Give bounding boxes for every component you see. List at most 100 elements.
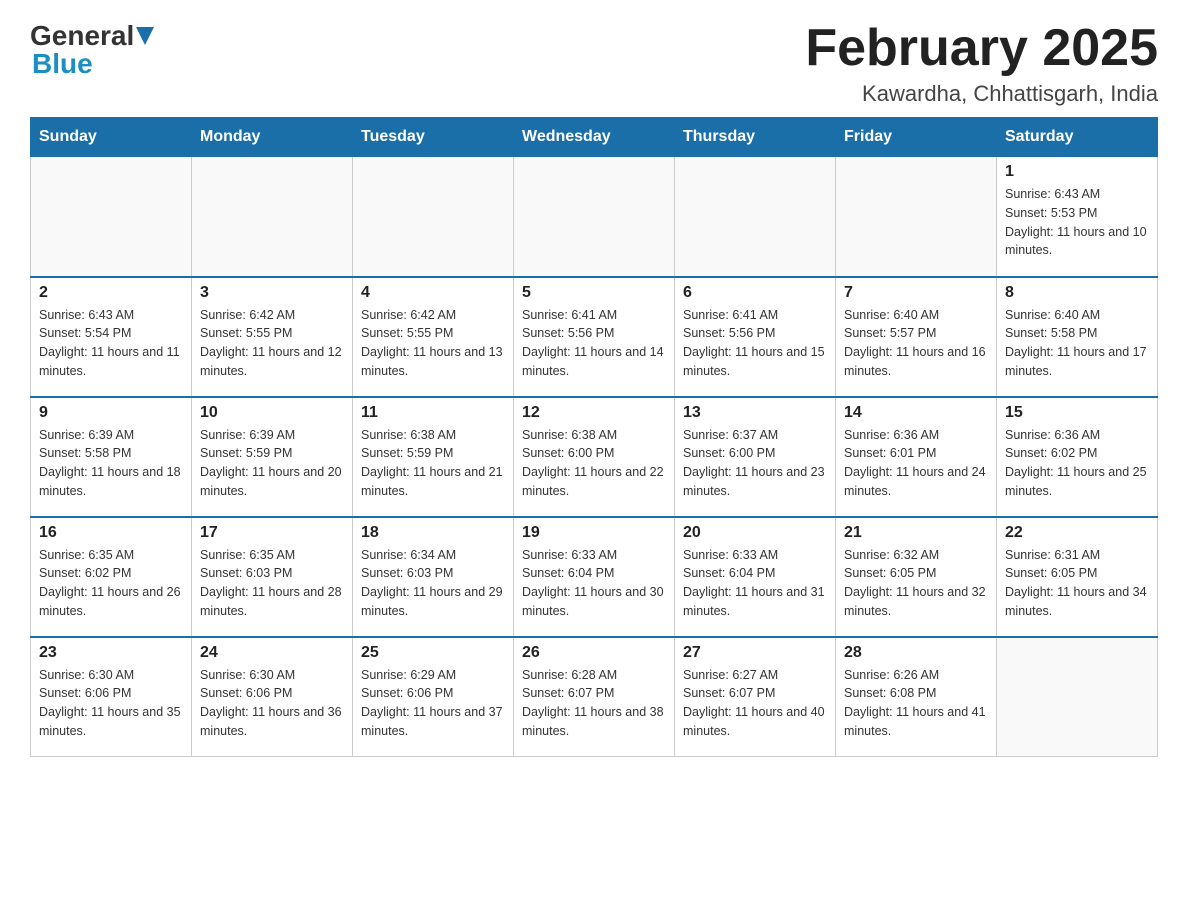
day-number: 18: [361, 524, 505, 542]
day-number: 16: [39, 524, 183, 542]
calendar-cell: 1Sunrise: 6:43 AMSunset: 5:53 PMDaylight…: [997, 157, 1158, 277]
day-info: Sunrise: 6:29 AMSunset: 6:06 PMDaylight:…: [361, 666, 505, 741]
day-number: 21: [844, 524, 988, 542]
calendar-cell: 17 Sunrise: 6:35 AMSunset: 6:03 PMDayligh…: [192, 517, 353, 637]
day-number: 26: [522, 644, 666, 662]
day-number: 15: [1005, 404, 1149, 422]
calendar-cell: 9 Sunrise: 6:39 AMSunset: 5:58 PMDaylight…: [31, 397, 192, 517]
day-info: Sunrise: 6:30 AMSunset: 6:06 PMDaylight:…: [39, 666, 183, 741]
day-number: 6: [683, 284, 827, 302]
calendar-cell: [514, 157, 675, 277]
weekday-header-saturday: Saturday: [997, 118, 1158, 157]
calendar-week-2: 2 Sunrise: 6:43 AMSunset: 5:54 PMDaylight…: [31, 277, 1158, 397]
calendar-cell: 11 Sunrise: 6:38 AMSunset: 5:59 PMDayligh…: [353, 397, 514, 517]
calendar-cell: 13Sunrise: 6:37 AMSunset: 6:00 PMDayligh…: [675, 397, 836, 517]
logo-icon: [136, 27, 154, 45]
day-number: 14: [844, 404, 988, 422]
logo: General Blue: [30, 20, 154, 80]
day-info: Sunrise: 6:35 AMSunset: 6:03 PMDaylight:…: [200, 546, 344, 621]
calendar-cell: [192, 157, 353, 277]
calendar-cell: [675, 157, 836, 277]
calendar-cell: 15Sunrise: 6:36 AMSunset: 6:02 PMDayligh…: [997, 397, 1158, 517]
day-info: Sunrise: 6:41 AMSunset: 5:56 PMDaylight:…: [683, 306, 827, 381]
day-number: 27: [683, 644, 827, 662]
day-number: 19: [522, 524, 666, 542]
calendar-cell: 23 Sunrise: 6:30 AMSunset: 6:06 PMDayligh…: [31, 637, 192, 757]
calendar-cell: 8 Sunrise: 6:40 AMSunset: 5:58 PMDaylight…: [997, 277, 1158, 397]
calendar-cell: 5 Sunrise: 6:41 AMSunset: 5:56 PMDaylight…: [514, 277, 675, 397]
day-info: Sunrise: 6:26 AMSunset: 6:08 PMDaylight:…: [844, 666, 988, 741]
day-number: 7: [844, 284, 988, 302]
day-number: 9: [39, 404, 183, 422]
calendar-cell: 7Sunrise: 6:40 AMSunset: 5:57 PMDaylight…: [836, 277, 997, 397]
day-info: Sunrise: 6:43 AMSunset: 5:54 PMDaylight:…: [39, 306, 183, 381]
day-info: Sunrise: 6:33 AMSunset: 6:04 PMDaylight:…: [522, 546, 666, 621]
calendar-cell: [353, 157, 514, 277]
calendar-cell: 28 Sunrise: 6:26 AMSunset: 6:08 PMDayligh…: [836, 637, 997, 757]
day-number: 17: [200, 524, 344, 542]
day-number: 28: [844, 644, 988, 662]
day-number: 3: [200, 284, 344, 302]
day-number: 10: [200, 404, 344, 422]
calendar-week-5: 23 Sunrise: 6:30 AMSunset: 6:06 PMDayligh…: [31, 637, 1158, 757]
day-info: Sunrise: 6:27 AMSunset: 6:07 PMDaylight:…: [683, 666, 827, 741]
calendar-cell: 21 Sunrise: 6:32 AMSunset: 6:05 PMDayligh…: [836, 517, 997, 637]
weekday-header-monday: Monday: [192, 118, 353, 157]
calendar-cell: [836, 157, 997, 277]
day-info: Sunrise: 6:35 AMSunset: 6:02 PMDaylight:…: [39, 546, 183, 621]
day-number: 24: [200, 644, 344, 662]
day-info: Sunrise: 6:36 AMSunset: 6:01 PMDaylight:…: [844, 426, 988, 501]
weekday-header-thursday: Thursday: [675, 118, 836, 157]
day-number: 11: [361, 404, 505, 422]
day-info: Sunrise: 6:31 AMSunset: 6:05 PMDaylight:…: [1005, 546, 1149, 621]
calendar-week-1: 1Sunrise: 6:43 AMSunset: 5:53 PMDaylight…: [31, 157, 1158, 277]
calendar-cell: 25 Sunrise: 6:29 AMSunset: 6:06 PMDayligh…: [353, 637, 514, 757]
day-info: Sunrise: 6:39 AMSunset: 5:58 PMDaylight:…: [39, 426, 183, 501]
calendar-cell: [31, 157, 192, 277]
calendar-week-4: 16 Sunrise: 6:35 AMSunset: 6:02 PMDayligh…: [31, 517, 1158, 637]
day-number: 12: [522, 404, 666, 422]
day-info: Sunrise: 6:39 AMSunset: 5:59 PMDaylight:…: [200, 426, 344, 501]
calendar-cell: 10 Sunrise: 6:39 AMSunset: 5:59 PMDayligh…: [192, 397, 353, 517]
location: Kawardha, Chhattisgarh, India: [805, 81, 1158, 107]
calendar-cell: 20Sunrise: 6:33 AMSunset: 6:04 PMDayligh…: [675, 517, 836, 637]
calendar: SundayMondayTuesdayWednesdayThursdayFrid…: [30, 117, 1158, 757]
calendar-cell: 18 Sunrise: 6:34 AMSunset: 6:03 PMDayligh…: [353, 517, 514, 637]
day-number: 23: [39, 644, 183, 662]
day-number: 5: [522, 284, 666, 302]
day-info: Sunrise: 6:41 AMSunset: 5:56 PMDaylight:…: [522, 306, 666, 381]
calendar-cell: 6 Sunrise: 6:41 AMSunset: 5:56 PMDaylight…: [675, 277, 836, 397]
day-info: Sunrise: 6:42 AMSunset: 5:55 PMDaylight:…: [200, 306, 344, 381]
weekday-header-tuesday: Tuesday: [353, 118, 514, 157]
calendar-cell: 19 Sunrise: 6:33 AMSunset: 6:04 PMDayligh…: [514, 517, 675, 637]
calendar-cell: 22Sunrise: 6:31 AMSunset: 6:05 PMDayligh…: [997, 517, 1158, 637]
day-number: 2: [39, 284, 183, 302]
weekday-header-wednesday: Wednesday: [514, 118, 675, 157]
day-info: Sunrise: 6:34 AMSunset: 6:03 PMDaylight:…: [361, 546, 505, 621]
day-number: 25: [361, 644, 505, 662]
day-info: Sunrise: 6:32 AMSunset: 6:05 PMDaylight:…: [844, 546, 988, 621]
calendar-cell: 3 Sunrise: 6:42 AMSunset: 5:55 PMDaylight…: [192, 277, 353, 397]
calendar-cell: 12 Sunrise: 6:38 AMSunset: 6:00 PMDayligh…: [514, 397, 675, 517]
day-number: 8: [1005, 284, 1149, 302]
weekday-header-friday: Friday: [836, 118, 997, 157]
calendar-cell: 26Sunrise: 6:28 AMSunset: 6:07 PMDayligh…: [514, 637, 675, 757]
weekday-header-row: SundayMondayTuesdayWednesdayThursdayFrid…: [31, 118, 1158, 157]
title-section: February 2025 Kawardha, Chhattisgarh, In…: [805, 20, 1158, 107]
logo-blue-text: Blue: [30, 48, 93, 80]
day-info: Sunrise: 6:38 AMSunset: 5:59 PMDaylight:…: [361, 426, 505, 501]
page-header: General Blue February 2025 Kawardha, Chh…: [30, 20, 1158, 107]
day-info: Sunrise: 6:30 AMSunset: 6:06 PMDaylight:…: [200, 666, 344, 741]
calendar-cell: 2 Sunrise: 6:43 AMSunset: 5:54 PMDaylight…: [31, 277, 192, 397]
day-info: Sunrise: 6:40 AMSunset: 5:58 PMDaylight:…: [1005, 306, 1149, 381]
month-title: February 2025: [805, 20, 1158, 77]
calendar-cell: 16 Sunrise: 6:35 AMSunset: 6:02 PMDayligh…: [31, 517, 192, 637]
calendar-cell: [997, 637, 1158, 757]
day-number: 4: [361, 284, 505, 302]
weekday-header-sunday: Sunday: [31, 118, 192, 157]
day-number: 13: [683, 404, 827, 422]
day-info: Sunrise: 6:38 AMSunset: 6:00 PMDaylight:…: [522, 426, 666, 501]
day-number: 1: [1005, 163, 1149, 181]
calendar-week-3: 9 Sunrise: 6:39 AMSunset: 5:58 PMDaylight…: [31, 397, 1158, 517]
calendar-cell: 27 Sunrise: 6:27 AMSunset: 6:07 PMDayligh…: [675, 637, 836, 757]
